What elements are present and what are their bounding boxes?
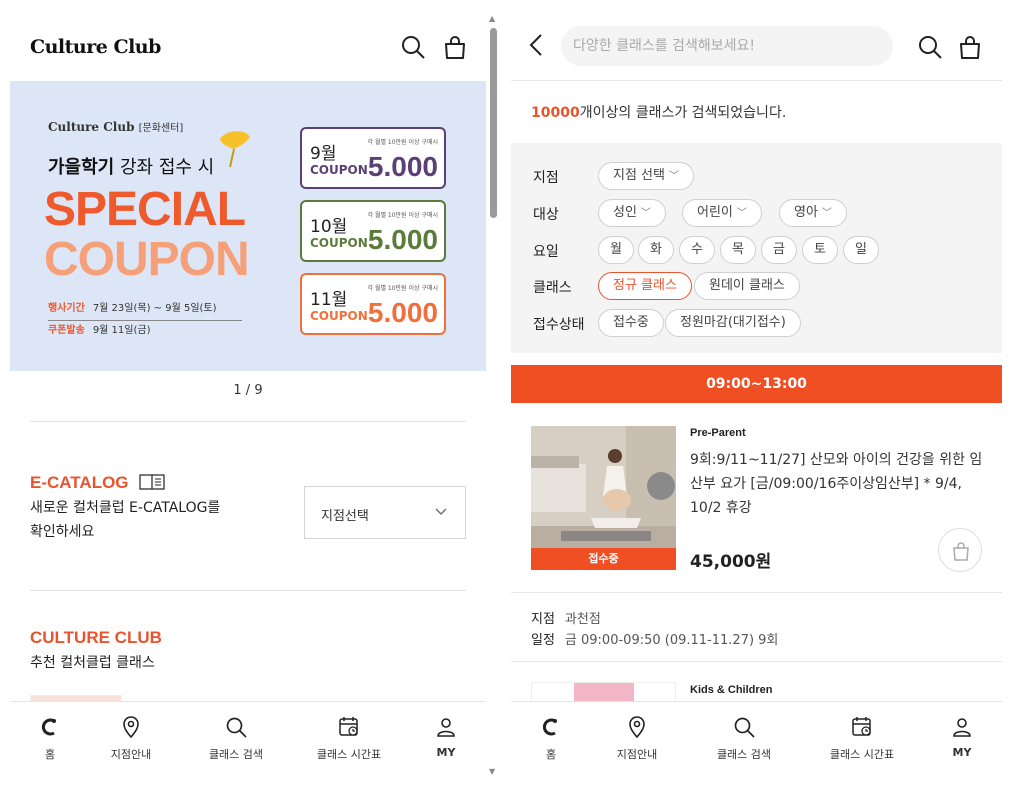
calendar-clock-icon xyxy=(339,717,358,736)
scrollbar[interactable]: ▲ ▼ xyxy=(487,14,499,776)
filter-label-status: 접수상태 xyxy=(533,317,585,333)
filter-label-class: 클래스 xyxy=(533,280,572,296)
nav-class-search[interactable]: 클래스 검색 xyxy=(196,716,276,762)
chip-status-waitlist[interactable]: 정원마감(대기접수) xyxy=(665,309,801,337)
scrollbar-thumb[interactable] xyxy=(490,28,497,218)
ecatalog-title: E-CATALOG xyxy=(30,473,165,493)
promo-banner[interactable]: Culture Club [문화센터] 가을학기 강좌 접수 시 SPECIAL… xyxy=(10,81,486,371)
banner-brand: Culture Club [문화센터] xyxy=(48,120,184,134)
coupon-card-october: 10월 COUPON 각 월별 10만원 이상 구매시 5.000 xyxy=(300,200,446,262)
filter-label-target: 대상 xyxy=(533,207,559,223)
ginkgo-leaf-icon xyxy=(220,131,250,168)
chip-day-sun[interactable]: 일 xyxy=(843,236,879,264)
divider xyxy=(511,80,1002,81)
banner-coupon-text: COUPON xyxy=(44,233,250,286)
chevron-down-icon: ﹀ xyxy=(736,208,747,219)
location-pin-icon xyxy=(629,716,645,738)
home-header: Culture Club xyxy=(10,0,486,80)
chip-day-thu[interactable]: 목 xyxy=(720,236,756,264)
banner-special-text: SPECIAL xyxy=(44,183,246,236)
search-icon[interactable] xyxy=(917,34,943,60)
shopping-bag-icon[interactable] xyxy=(957,34,983,60)
culture-club-title: CULTURE CLUB xyxy=(30,628,162,647)
home-logo-icon xyxy=(41,718,56,736)
search-icon xyxy=(226,717,247,738)
user-icon xyxy=(437,718,455,737)
chip-day-wed[interactable]: 수 xyxy=(679,236,715,264)
filter-label-day: 요일 xyxy=(533,244,559,260)
nav-my[interactable]: MY xyxy=(922,716,1002,759)
bottom-nav: 홈 지점안내 클래스 검색 클래스 시간표 MY xyxy=(10,701,486,776)
chip-day-mon[interactable]: 월 xyxy=(598,236,634,264)
banner-pager: 1 / 9 xyxy=(233,383,263,398)
chip-target-child[interactable]: 어린이 ﹀ xyxy=(682,199,762,227)
divider xyxy=(511,592,1002,593)
chip-branch-select[interactable]: 지점 선택 ﹀ xyxy=(598,162,694,190)
chip-day-sat[interactable]: 토 xyxy=(802,236,838,264)
shopping-bag-icon xyxy=(953,542,969,561)
search-icon[interactable] xyxy=(400,34,426,60)
user-icon xyxy=(953,718,971,737)
chip-class-oneday[interactable]: 원데이 클래스 xyxy=(694,272,800,300)
branch-select-dropdown[interactable]: 지점선택 xyxy=(304,486,466,539)
scroll-down-arrow-icon[interactable]: ▼ xyxy=(489,767,495,776)
culture-club-subtitle: 추천 컬처클럽 클래스 xyxy=(30,655,155,671)
course-price: 45,000원 xyxy=(690,552,772,572)
next-course-category: Kids & Children xyxy=(690,684,773,696)
coupon-card-september: 9월 COUPON 각 월별 10만원 이상 구매시 5.000 xyxy=(300,127,446,189)
chip-status-open[interactable]: 접수중 xyxy=(598,309,664,337)
bottom-nav: 홈 지점안내 클래스 검색 클래스 시간표 MY xyxy=(511,701,1002,776)
course-thumbnail[interactable]: 접수중 xyxy=(531,426,676,570)
chip-class-regular[interactable]: 정규 클래스 xyxy=(598,272,692,300)
divider xyxy=(30,421,466,422)
class-search-box[interactable] xyxy=(561,26,893,66)
chevron-down-icon xyxy=(435,508,447,515)
ecatalog-description: 새로운 컬처클럽 E-CATALOG를 확인하세요 xyxy=(30,500,221,540)
add-to-cart-button[interactable] xyxy=(938,528,982,572)
banner-headline: 가을학기 강좌 접수 시 xyxy=(48,157,215,178)
home-logo-icon xyxy=(542,718,557,736)
nav-branch-info[interactable]: 지점안내 xyxy=(91,716,171,762)
nav-home[interactable]: 홈 xyxy=(10,716,90,762)
culture-club-logo[interactable]: Culture Club xyxy=(30,36,161,58)
nav-class-timetable[interactable]: 클래스 시간표 xyxy=(822,716,902,762)
nav-home[interactable]: 홈 xyxy=(511,716,591,762)
divider xyxy=(30,590,466,591)
next-course-thumbnail[interactable] xyxy=(531,682,676,703)
nav-class-search[interactable]: 클래스 검색 xyxy=(704,716,784,762)
divider xyxy=(511,661,1002,662)
location-pin-icon xyxy=(123,716,139,738)
coupon-card-november: 11월 COUPON 각 월별 10만원 이상 구매시 5.000 xyxy=(300,273,446,335)
chip-day-fri[interactable]: 금 xyxy=(761,236,797,264)
course-category: Pre-Parent xyxy=(690,427,746,439)
time-slot-header: 09:00~13:00 xyxy=(511,365,1002,403)
course-title[interactable]: 9회:9/11~11/27] 산모와 아이의 건강을 위한 임산부 요가 [금/… xyxy=(690,448,990,520)
calendar-clock-icon xyxy=(852,717,871,736)
shopping-bag-icon[interactable] xyxy=(442,34,468,60)
home-pane: Culture Club Culture Club [문화센터] 가을학기 강좌… xyxy=(10,0,486,786)
class-search-input[interactable] xyxy=(561,26,861,66)
filter-panel: 지점 지점 선택 ﹀ 대상 성인 ﹀ 어린이 ﹀ 영아 ﹀ 요일 월 화 수 목 금 토… xyxy=(511,143,1002,353)
scroll-up-arrow-icon[interactable]: ▲ xyxy=(489,14,495,23)
result-count: 10000개이상의 클래스가 검색되었습니다. xyxy=(531,105,787,121)
filter-label-branch: 지점 xyxy=(533,170,559,186)
banner-issue-date: 쿠폰발송 9월 11일(금) xyxy=(48,325,151,336)
banner-period: 행사기간 7월 23일(목) ~ 9월 5일(토) xyxy=(48,299,242,321)
nav-branch-info[interactable]: 지점안내 xyxy=(597,716,677,762)
chip-day-tue[interactable]: 화 xyxy=(638,236,674,264)
class-search-pane: 10000개이상의 클래스가 검색되었습니다. 지점 지점 선택﹀ 대상 성인﹀… xyxy=(511,0,1002,786)
course-branch: 지점 과천점 xyxy=(531,612,601,627)
chip-target-adult[interactable]: 성인 ﹀ xyxy=(598,199,666,227)
status-badge: 접수중 xyxy=(531,548,676,570)
nav-class-timetable[interactable]: 클래스 시간표 xyxy=(309,716,389,762)
back-arrow-icon[interactable] xyxy=(529,34,543,56)
chevron-down-icon: ﹀ xyxy=(821,208,832,219)
search-icon xyxy=(734,717,755,738)
course-schedule: 일정 금 09:00-09:50 (09.11-11.27) 9회 xyxy=(531,633,779,648)
chevron-down-icon: ﹀ xyxy=(640,208,651,219)
catalog-book-icon xyxy=(139,474,165,490)
chevron-down-icon: ﹀ xyxy=(668,171,679,182)
chip-target-infant[interactable]: 영아 ﹀ xyxy=(779,199,847,227)
nav-my[interactable]: MY xyxy=(406,716,486,759)
